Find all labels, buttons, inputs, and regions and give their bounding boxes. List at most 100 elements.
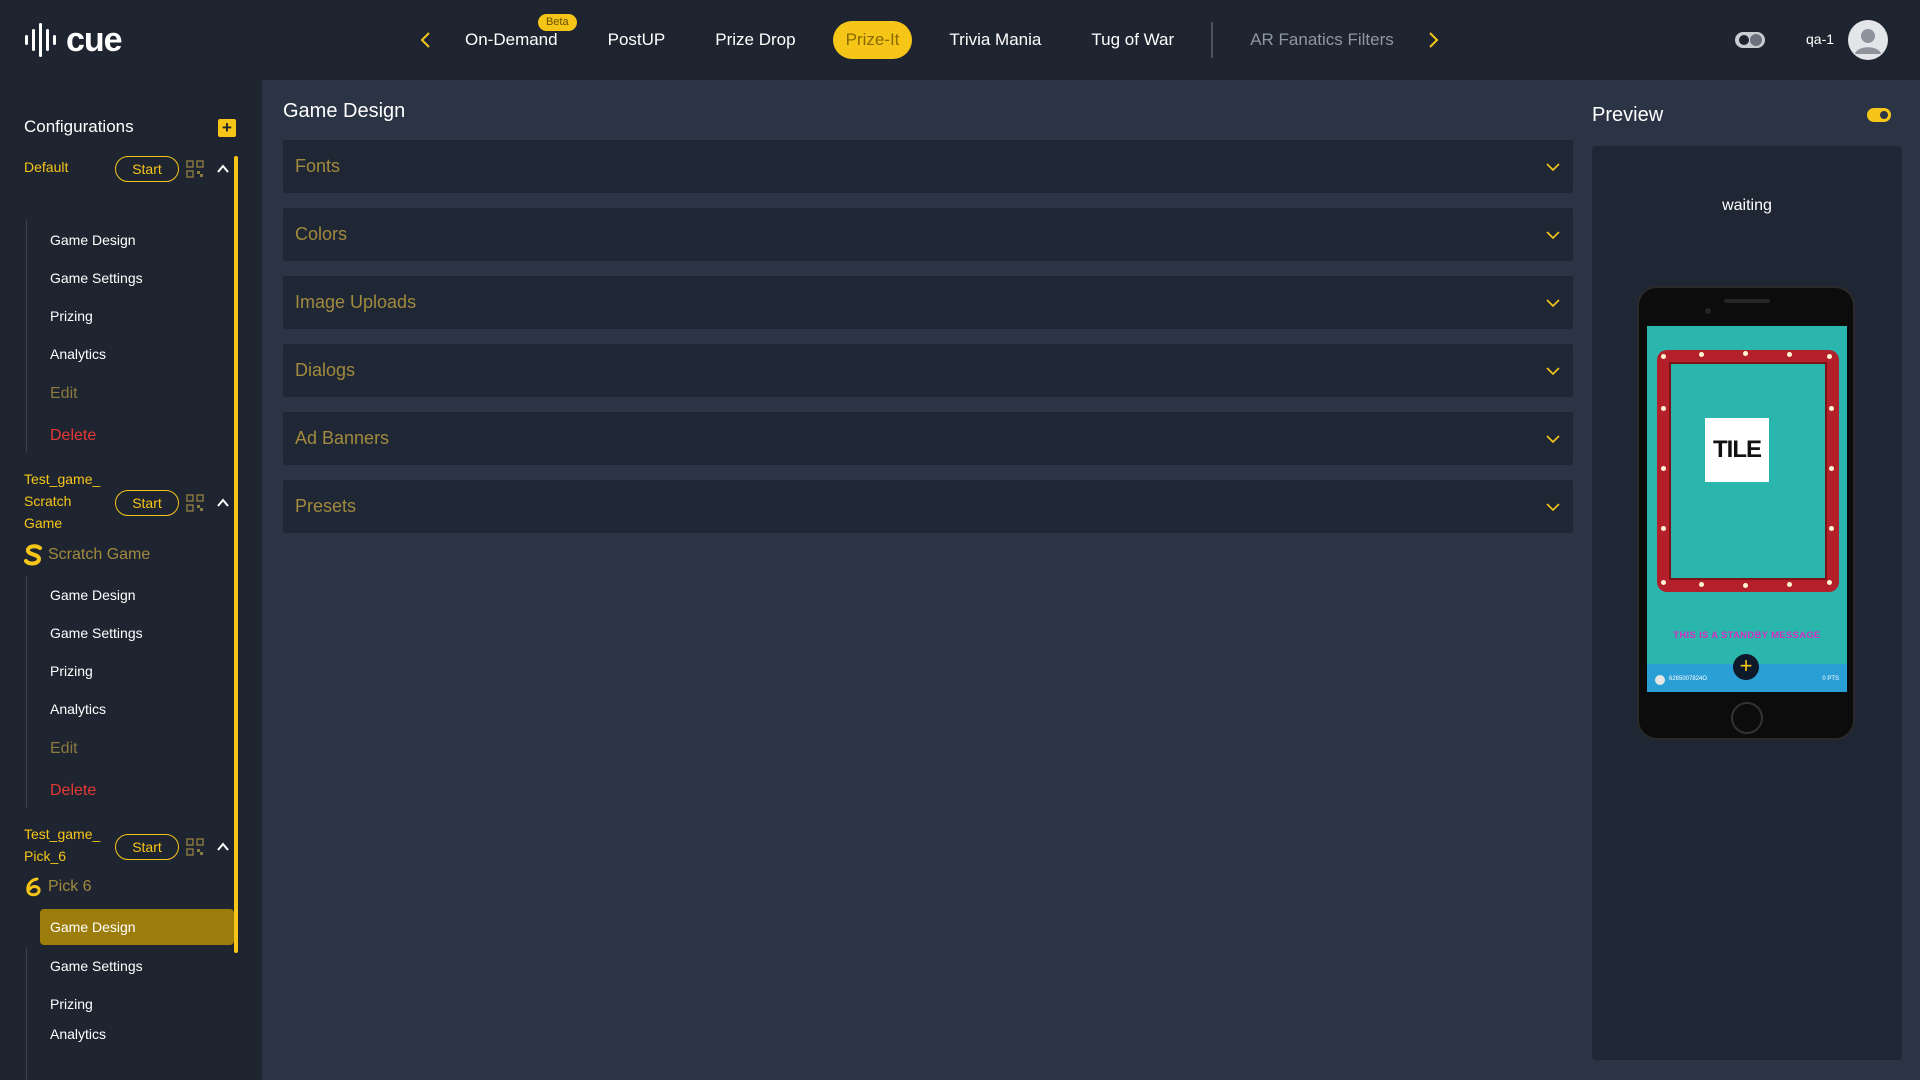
tab-label: Prize Drop — [715, 30, 796, 49]
tab-on-demand[interactable]: On-Demand Beta — [452, 14, 577, 59]
section-label: Dialogs — [295, 360, 356, 380]
avatar[interactable] — [1848, 20, 1888, 60]
sidebar-item-game-design[interactable]: Game Design — [40, 909, 234, 945]
section-dialogs[interactable]: Dialogs — [283, 344, 1573, 397]
tab-label: Tug of War — [1091, 30, 1175, 49]
delete-label: Delete — [50, 427, 97, 444]
section-fonts[interactable]: Fonts — [283, 140, 1573, 193]
config-name-line: Game — [24, 515, 63, 531]
item-label: Game Design — [50, 232, 136, 248]
game-type-label: Scratch Game — [48, 546, 151, 563]
section-label: Image Uploads — [295, 292, 417, 312]
sidebar-item-prizing[interactable]: Prizing — [40, 986, 234, 1022]
phone-screen: TILE THIS IS A STANDBY MESSAGE 626500782… — [1647, 326, 1847, 692]
phone-status-bar: 6265007824O 0 PTS + — [1647, 654, 1847, 692]
preview-toggle[interactable] — [1867, 108, 1891, 122]
config-name[interactable]: Default — [24, 156, 68, 178]
sidebar-item-game-design[interactable]: Game Design — [40, 577, 234, 613]
section-presets[interactable]: Presets — [283, 480, 1573, 533]
start-button[interactable]: Start — [115, 490, 179, 516]
config-name-line: Pick_6 — [24, 848, 67, 864]
sidebar-item-analytics[interactable]: Analytics — [40, 691, 234, 727]
config-name-line: Test_game_ — [24, 826, 101, 842]
chevron-right-icon — [1429, 32, 1439, 48]
marquee-bulb — [1661, 526, 1666, 531]
sidebar-scrollbar-thumb[interactable] — [234, 156, 238, 953]
tab-prize-drop[interactable]: Prize Drop — [702, 21, 808, 59]
start-label: Start — [132, 161, 162, 177]
section-colors[interactable]: Colors — [283, 208, 1573, 261]
tab-postup[interactable]: PostUP — [595, 21, 679, 59]
item-label: Prizing — [50, 308, 93, 324]
beta-badge: Beta — [537, 14, 577, 31]
start-label: Start — [132, 495, 162, 511]
sidebar-item-game-settings[interactable]: Game Settings — [40, 260, 234, 296]
start-button[interactable]: Start — [115, 834, 179, 860]
config-name[interactable]: Test_game_ Scratch Game — [24, 468, 100, 534]
sidebar-item-prizing[interactable]: Prizing — [40, 298, 234, 334]
chevron-down-icon — [1546, 503, 1560, 512]
plus-icon: + — [1733, 654, 1759, 680]
item-label: Analytics — [50, 346, 107, 362]
section-label: Fonts — [295, 156, 341, 176]
chevron-up-icon[interactable] — [215, 161, 231, 177]
pick-6-icon — [26, 877, 41, 897]
marquee-bulb — [1743, 583, 1748, 588]
app-logo[interactable]: cue — [24, 20, 123, 60]
sidebar-item-game-design[interactable]: Game Design — [40, 222, 234, 258]
sidebar-item-game-settings[interactable]: Game Settings — [40, 948, 234, 984]
config-name[interactable]: Test_game_ Pick_6 — [24, 823, 100, 867]
tab-label: Trivia Mania — [949, 30, 1042, 49]
qr-code-icon[interactable] — [186, 160, 204, 178]
scratch-game-icon — [24, 544, 42, 566]
chevron-down-icon — [1546, 163, 1560, 172]
tab-label: On-Demand — [465, 30, 558, 49]
qr-code-icon[interactable] — [186, 838, 204, 856]
marquee-bulb — [1827, 354, 1832, 359]
edit-button[interactable]: Edit — [40, 731, 234, 767]
section-label: Colors — [295, 224, 348, 244]
theme-toggle[interactable] — [1734, 30, 1766, 50]
marquee-bulb — [1661, 406, 1666, 411]
item-label: Game Design — [50, 587, 136, 603]
sidebar-item-prizing[interactable]: Prizing — [40, 653, 234, 689]
marquee-bulb — [1827, 580, 1832, 585]
user-name[interactable]: qa-1 — [1806, 31, 1834, 47]
config-name-line: Test_game_ — [24, 471, 101, 487]
player-avatar — [1655, 675, 1665, 685]
player-points: 0 PTS — [1822, 676, 1839, 682]
sidebar-item-analytics[interactable]: Analytics — [40, 1024, 234, 1044]
tab-tug-of-war[interactable]: Tug of War — [1078, 21, 1187, 59]
phone-speaker — [1724, 299, 1770, 303]
section-image-uploads[interactable]: Image Uploads — [283, 276, 1573, 329]
tab-prize-it[interactable]: Prize-It — [832, 21, 913, 59]
logo-text: cue — [66, 20, 123, 59]
nav-prev-button[interactable] — [410, 20, 440, 60]
marquee-bulb — [1829, 406, 1834, 411]
sidebar-item-analytics[interactable]: Analytics — [40, 336, 234, 372]
start-label: Start — [132, 839, 162, 855]
section-ad-banners[interactable]: Ad Banners — [283, 412, 1573, 465]
delete-button[interactable]: Delete — [40, 418, 234, 454]
chevron-up-icon[interactable] — [215, 839, 231, 855]
nav-next-button[interactable] — [1419, 20, 1449, 60]
marquee-bulb — [1699, 582, 1704, 587]
theme-toggle-icon — [1735, 32, 1765, 48]
section-label: Ad Banners — [295, 428, 390, 448]
tab-trivia-mania[interactable]: Trivia Mania — [936, 21, 1054, 59]
tab-ar-fanatics-filters[interactable]: AR Fanatics Filters — [1237, 21, 1407, 59]
delete-button[interactable]: Delete — [40, 773, 234, 809]
chevron-down-icon — [1546, 367, 1560, 376]
marquee-bulb — [1661, 354, 1666, 359]
sidebar-item-game-settings[interactable]: Game Settings — [40, 615, 234, 651]
sidebar-title: Configurations — [24, 117, 134, 136]
qr-code-icon[interactable] — [186, 494, 204, 512]
tree-line — [26, 948, 27, 1080]
marquee-bulb — [1829, 526, 1834, 531]
chevron-up-icon[interactable] — [215, 495, 231, 511]
game-type-label: Pick 6 — [48, 878, 92, 895]
game-nav: On-Demand Beta PostUP Prize Drop Prize-I… — [410, 14, 1449, 60]
start-button[interactable]: Start — [115, 156, 179, 182]
add-configuration-button[interactable]: + — [218, 119, 236, 137]
edit-button[interactable]: Edit — [40, 376, 234, 412]
